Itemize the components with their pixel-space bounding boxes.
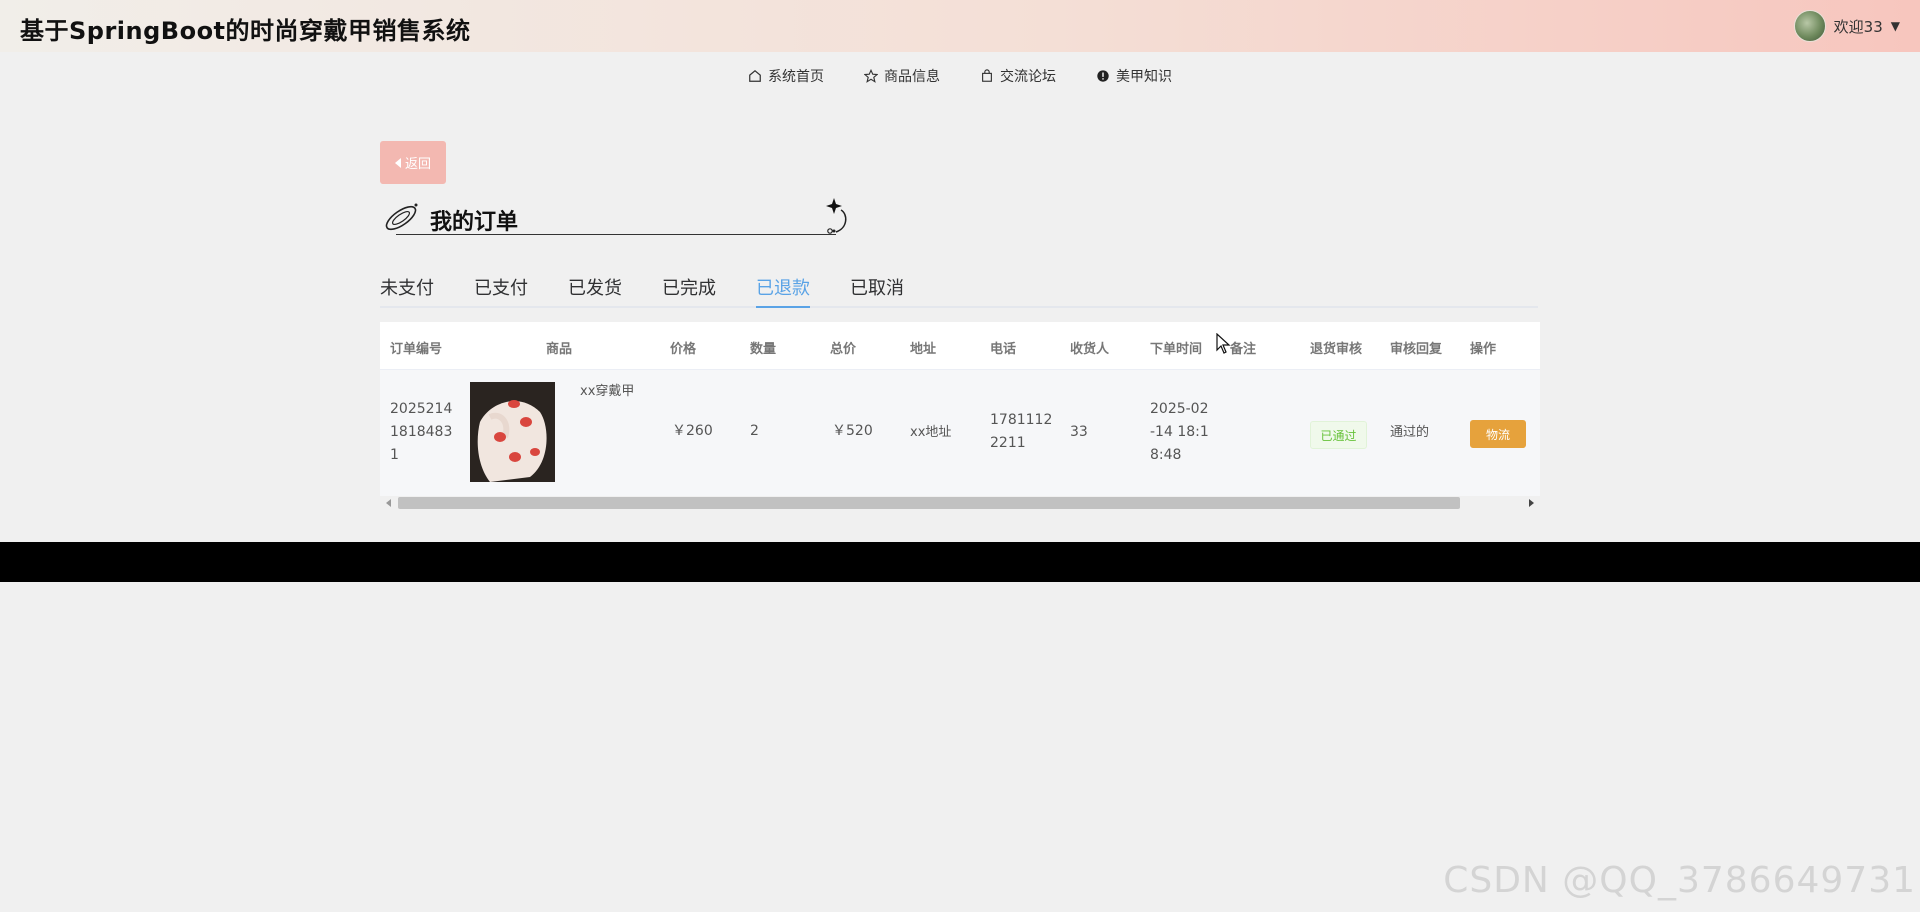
review-reply-cell: 通过的 [1390,425,1430,440]
scrollbar-thumb[interactable] [398,497,1460,509]
col-action: 操作 [1470,342,1497,357]
welcome-text[interactable]: 欢迎33 [1834,16,1883,37]
col-address: 地址 [910,342,937,357]
col-remark: 备注 [1230,342,1257,357]
nav-item-label: 系统首页 [768,69,824,85]
nav-item-label: 商品信息 [884,69,940,85]
nav-item-products[interactable]: 商品信息 [864,66,940,86]
back-button[interactable]: 返回 [380,141,446,184]
scroll-left-icon[interactable] [386,499,391,507]
logistics-button[interactable]: 物流 [1470,420,1526,448]
order-time-cell: 2025-02 -14 18:1 8:48 [1150,401,1209,463]
col-total: 总价 [830,342,857,357]
total-cell: ￥520 [832,423,873,439]
col-phone: 电话 [990,342,1017,357]
quantity-cell: 2 [750,423,759,439]
caret-left-icon [394,157,401,168]
receiver-cell: 33 [1070,424,1088,440]
watermark: CSDN @QQ_3786649731 [1443,860,1916,901]
heading-underline [396,234,836,235]
main-nav: 系统首页 商品信息 交流论坛 美甲知识 [0,62,1920,90]
top-header: 基于SpringBoot的时尚穿戴甲销售系统 欢迎33 ▼ [0,0,1920,52]
col-order-no: 订单编号 [390,342,443,357]
product-name: xx穿戴甲 [580,384,635,399]
col-return-review: 退货审核 [1310,342,1363,357]
col-quantity: 数量 [750,342,777,357]
table-row: 2025214 1818483 1 xx穿戴甲 ￥260 2 ￥520 xx地址… [380,370,1540,496]
scroll-right-icon[interactable] [1529,499,1534,507]
tab-cancelled[interactable]: 已取消 [850,276,904,308]
back-button-label: 返回 [404,156,431,171]
site-title: 基于SpringBoot的时尚穿戴甲销售系统 [20,17,471,45]
product-image[interactable] [470,382,555,482]
col-review-reply: 审核回复 [1390,342,1443,357]
order-number-cell: 2025214 1818483 1 [390,401,453,463]
table-header: 订单编号 商品 价格 数量 总价 地址 电话 收货人 下单时间 备注 退货审核 … [380,322,1540,370]
nav-item-label: 交流论坛 [1000,69,1056,85]
mouse-cursor-icon [1216,333,1231,354]
tab-completed[interactable]: 已完成 [662,276,716,308]
address-cell: xx地址 [910,425,952,440]
home-icon [749,69,761,82]
user-menu[interactable]: 欢迎33 ▼ [1793,9,1900,43]
status-badge: 已通过 [1310,421,1367,449]
orders-table: 订单编号 商品 价格 数量 总价 地址 电话 收货人 下单时间 备注 退货审核 … [380,322,1540,496]
order-status-tabs: 未支付 已支付 已发货 已完成 已退款 已取消 [380,276,1538,308]
page-title: 我的订单 [430,210,519,235]
footer-band [0,542,1920,582]
tab-refunded[interactable]: 已退款 [756,276,810,308]
active-tab-indicator [756,306,810,308]
nav-item-forum[interactable]: 交流论坛 [980,66,1056,86]
nav-item-label: 美甲知识 [1116,69,1172,85]
shopping-bag-icon [982,69,992,82]
tab-paid[interactable]: 已支付 [474,276,528,308]
col-price: 价格 [670,342,697,357]
planet-icon [385,203,418,231]
col-receiver: 收货人 [1070,342,1110,357]
sparkle-icon [826,198,847,234]
chevron-down-icon[interactable]: ▼ [1891,19,1900,33]
col-order-time: 下单时间 [1150,342,1203,357]
nail-photo [470,382,555,482]
horizontal-scrollbar[interactable] [380,496,1540,510]
star-icon [864,69,878,83]
nav-item-knowledge[interactable]: 美甲知识 [1096,66,1172,86]
col-product: 商品 [546,342,573,357]
page-heading-block: 我的订单 [380,198,850,240]
tab-shipped[interactable]: 已发货 [568,276,622,308]
nav-item-home[interactable]: 系统首页 [748,66,824,86]
avatar[interactable] [1793,10,1826,42]
info-icon [1097,70,1109,82]
price-cell: ￥260 [672,423,713,439]
tab-unpaid[interactable]: 未支付 [380,276,434,308]
phone-cell: 1781112 2211 [990,412,1053,451]
